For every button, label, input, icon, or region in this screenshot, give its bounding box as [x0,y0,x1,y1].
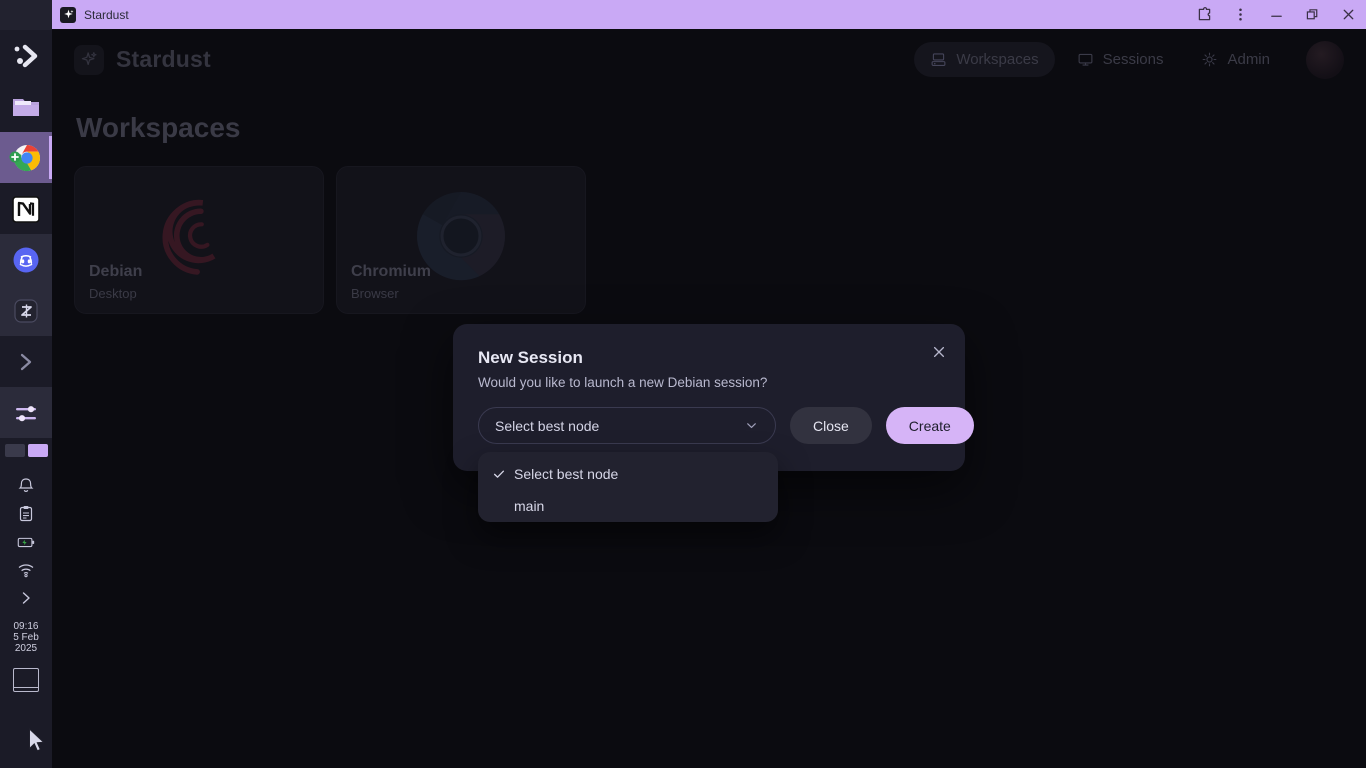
taskbar-clock[interactable]: 09:16 5 Feb 2025 [13,611,39,654]
restore-icon [1306,9,1317,20]
dropdown-option-main[interactable]: main [478,490,778,522]
main-nav: Workspaces Sessions Admin [914,40,1344,79]
notion-icon [12,195,40,223]
taskbar-app-terminal[interactable] [0,336,52,387]
taskbar-top-spacer [0,0,52,30]
brand[interactable]: Stardust [74,44,211,75]
user-avatar[interactable] [1306,40,1344,79]
clipboard-icon [19,506,33,522]
nav-workspaces[interactable]: Workspaces [914,42,1055,77]
nav-admin-label: Admin [1227,51,1270,68]
new-session-modal: New Session Would you like to launch a n… [453,324,974,471]
taskbar-app-settings[interactable] [0,387,52,438]
clock-year: 2025 [14,643,38,654]
modal-close-button[interactable] [927,340,951,364]
terminal-icon [20,353,32,370]
dropdown-option-label: Select best node [514,466,619,482]
taskbar-app-notion[interactable] [0,183,52,234]
brand-name: Stardust [116,46,211,72]
node-select-dropdown: Select best node main [478,452,778,522]
dropdown-option-select-best-node[interactable]: Select best node [478,458,778,490]
main-content: Workspaces Debian Desktop Chromium Brows… [52,90,1366,314]
kde-logo-icon [14,44,38,67]
workspace-pager[interactable] [4,438,48,467]
modal-close-action-button[interactable]: Close [790,407,872,444]
tray-wifi[interactable] [0,557,52,583]
dropdown-option-label: main [514,498,545,514]
close-window-button[interactable] [1330,0,1366,29]
clock-day: 5 Feb [13,632,39,643]
discord-icon [13,247,39,272]
taskbar-app-file-manager[interactable] [0,81,52,132]
workspace-card-list: Debian Desktop Chromium Browser [74,166,1344,314]
minimize-button[interactable] [1258,0,1294,29]
app-header: Stardust Workspaces Sessions Admin [52,29,1366,90]
debian-logo-icon [162,199,216,275]
modal-description: Would you like to launch a new Debian se… [478,375,768,390]
workspace-card-debian-type: Desktop [89,286,137,301]
pager-page-1[interactable] [4,444,25,457]
screen: 09:16 5 Feb 2025 Stardust Stardust Works… [0,0,1366,768]
clock-time: 09:16 [13,621,39,632]
tray-expand[interactable] [0,585,52,611]
workspace-card-debian-name: Debian [89,263,143,280]
system-tray [0,473,52,611]
taskbar-app-kde[interactable] [0,30,52,81]
node-select[interactable]: Select best node [478,407,776,444]
modal-actions-row: Select best node Close Create [478,407,974,444]
battery-icon [17,537,35,548]
workspace-card-chromium[interactable]: Chromium Browser [336,166,586,314]
tray-notifications[interactable] [0,473,52,499]
nav-sessions[interactable]: Sessions [1061,42,1180,77]
close-icon [933,346,945,358]
mouse-pointer-icon [29,727,45,752]
workspace-card-debian[interactable]: Debian Desktop [74,166,324,314]
nav-sessions-label: Sessions [1102,51,1164,68]
taskbar-app-chrome[interactable] [0,132,52,183]
gear-icon [1203,52,1217,67]
file-manager-icon [13,98,39,116]
settings-sliders-icon [16,405,36,421]
taskbar-app-zeal[interactable] [0,285,52,336]
monitor-icon [1078,53,1093,66]
workspace-card-chromium-name: Chromium [351,263,431,280]
mouse-cursor [28,727,46,759]
bell-icon [18,478,34,492]
close-icon [1343,9,1353,20]
taskbar: 09:16 5 Feb 2025 [0,0,52,768]
page-title: Workspaces [76,112,241,143]
workspace-card-chromium-type: Browser [351,286,399,301]
browser-menu-button[interactable] [1222,0,1258,29]
nav-workspaces-label: Workspaces [956,51,1039,68]
nav-admin[interactable]: Admin [1185,42,1286,77]
chevron-right-icon [22,592,30,604]
show-desktop-button[interactable] [13,668,39,692]
restore-button[interactable] [1294,0,1330,29]
three-dot-menu-icon [1238,8,1242,21]
tab-favicon-sparkle-icon [60,6,76,23]
node-select-value: Select best node [495,417,600,434]
brand-sparkle-icon [74,44,104,75]
pager-page-2[interactable] [27,444,48,457]
puzzle-icon [1198,6,1210,21]
check-icon [492,467,514,481]
zeal-icon [14,298,38,323]
browser-titlebar: Stardust [52,0,1366,29]
wifi-icon [18,564,34,578]
tab-title[interactable]: Stardust [84,8,129,22]
minimize-icon [1270,15,1282,17]
extensions-button[interactable] [1186,0,1222,29]
modal-title: New Session [478,348,583,367]
workspaces-icon [931,53,946,67]
tray-clipboard[interactable] [0,501,52,527]
tray-battery[interactable] [0,529,52,555]
chevron-down-icon [747,423,756,429]
chrome-icon [9,144,41,171]
taskbar-app-discord[interactable] [0,234,52,285]
modal-create-button[interactable]: Create [885,407,974,444]
